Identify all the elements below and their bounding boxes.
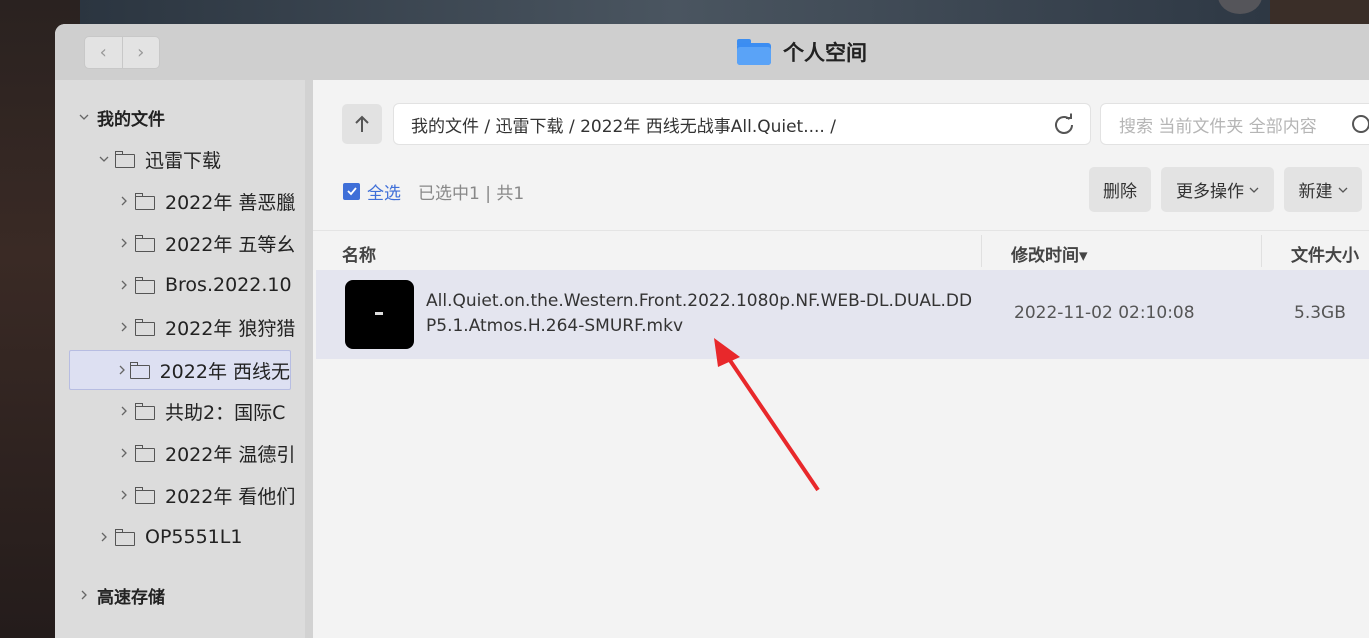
- chevron-right-icon[interactable]: [115, 280, 133, 290]
- folder-icon: [135, 486, 155, 504]
- chevron-down-icon: [1249, 187, 1259, 193]
- title-bar: ‹ › 个人空间: [55, 24, 1369, 80]
- sidebar-resize-handle[interactable]: [305, 80, 313, 638]
- chevron-right-icon[interactable]: [75, 590, 93, 600]
- sidebar-item-label: 2022年 狼狩猎: [165, 317, 296, 340]
- search-placeholder: 搜索 当前文件夹 全部内容: [1119, 116, 1317, 137]
- check-icon: [346, 187, 357, 196]
- main-panel: 我的文件 / 迅雷下载 / 2022年 西线无战事All.Quiet.... /…: [313, 80, 1369, 638]
- sidebar-item-label: 迅雷下载: [145, 149, 222, 172]
- nav-buttons: ‹ ›: [84, 36, 160, 69]
- search-input[interactable]: 搜索 当前文件夹 全部内容: [1100, 103, 1369, 145]
- chevron-right-icon[interactable]: [115, 490, 133, 500]
- sort-desc-icon: ▾: [1079, 246, 1088, 266]
- more-actions-button[interactable]: 更多操作: [1161, 167, 1274, 212]
- window-title: 个人空间: [737, 38, 867, 66]
- delete-button[interactable]: 删除: [1089, 167, 1151, 212]
- select-all-label[interactable]: 全选: [367, 179, 401, 204]
- chevron-right-icon[interactable]: [116, 365, 128, 375]
- background-top: [80, 0, 1270, 24]
- column-modified-label: 修改时间: [1011, 246, 1079, 266]
- sidebar-item-label: 2022年 温德引: [165, 443, 296, 466]
- chevron-right-icon[interactable]: [115, 322, 133, 332]
- folder-icon: [115, 150, 135, 168]
- sidebar-item-subfolder[interactable]: 2022年 五等幺: [115, 225, 305, 261]
- sidebar-item-subfolder[interactable]: Bros.2022.10: [115, 267, 305, 303]
- column-size[interactable]: 文件大小: [1291, 241, 1359, 266]
- selection-count: 已选中1 | 共1: [418, 183, 525, 204]
- folder-icon: [135, 192, 155, 210]
- sidebar-item-label: 2022年 看他们: [165, 485, 296, 508]
- search-icon[interactable]: [1351, 114, 1369, 136]
- folder-icon: [737, 39, 771, 65]
- parent-folder-button[interactable]: [342, 104, 382, 144]
- sidebar-item-op5551l1[interactable]: OP5551L1: [95, 519, 305, 555]
- more-actions-label: 更多操作: [1176, 182, 1244, 202]
- sidebar-item-subfolder[interactable]: 2022年 善恶臘: [115, 183, 305, 219]
- window-title-text: 个人空间: [783, 41, 867, 65]
- column-name[interactable]: 名称: [342, 241, 376, 266]
- arrow-up-icon: [355, 115, 369, 132]
- chevron-down-icon: [1338, 187, 1347, 193]
- new-button[interactable]: 新建: [1284, 167, 1362, 212]
- file-modified: 2022-11-02 02:10:08: [1014, 303, 1195, 323]
- folder-icon: [135, 444, 155, 462]
- path-bar[interactable]: 我的文件 / 迅雷下载 / 2022年 西线无战事All.Quiet.... /: [393, 103, 1091, 145]
- folder-icon: [135, 276, 155, 294]
- path-text: 我的文件 / 迅雷下载 / 2022年 西线无战事All.Quiet.... /: [411, 116, 836, 137]
- folder-icon: [129, 361, 150, 379]
- refresh-icon[interactable]: [1052, 113, 1076, 137]
- table-row[interactable]: All.Quiet.on.the.Western.Front.2022.1080…: [316, 270, 1369, 359]
- sidebar-item-label: 高速存储: [97, 587, 165, 608]
- video-thumbnail: [345, 280, 414, 349]
- sidebar-item-subfolder[interactable]: 2022年 西线无: [69, 350, 291, 390]
- chevron-right-icon[interactable]: [115, 196, 133, 206]
- folder-icon: [115, 528, 135, 546]
- delete-label: 删除: [1103, 182, 1137, 202]
- sidebar-item-subfolder[interactable]: 2022年 狼狩猎: [115, 309, 305, 345]
- column-modified[interactable]: 修改时间▾: [1011, 241, 1088, 266]
- file-manager-window: ‹ › 个人空间 我的文件 迅雷下载 2022年 善恶臘 2022年 五等幺 Bro…: [55, 24, 1369, 638]
- background-top-right: [1270, 0, 1369, 24]
- folder-icon: [135, 234, 155, 252]
- chevron-right-icon[interactable]: [115, 448, 133, 458]
- sidebar-item-high-speed-storage[interactable]: 高速存储: [75, 577, 165, 613]
- sidebar-item-label: 2022年 善恶臘: [165, 191, 296, 214]
- folder-icon: [135, 402, 155, 420]
- sidebar-item-label: OP5551L1: [145, 526, 243, 548]
- chevron-right-icon[interactable]: [115, 406, 133, 416]
- file-size: 5.3GB: [1294, 303, 1346, 323]
- forward-button[interactable]: ›: [121, 37, 160, 68]
- chevron-right-icon[interactable]: [95, 532, 113, 542]
- chevron-right-icon[interactable]: [115, 238, 133, 248]
- chevron-down-icon[interactable]: [75, 112, 93, 122]
- new-label: 新建: [1298, 182, 1333, 202]
- chevron-left-icon: ‹: [99, 42, 107, 63]
- chevron-down-icon[interactable]: [95, 154, 113, 164]
- sidebar: 我的文件 迅雷下载 2022年 善恶臘 2022年 五等幺 Bros.2022.10…: [55, 80, 305, 638]
- sidebar-item-label: 我的文件: [97, 109, 165, 130]
- sidebar-item-xunlei-download[interactable]: 迅雷下载: [95, 141, 221, 177]
- sidebar-item-label: 2022年 西线无: [159, 360, 290, 383]
- selection-bar: 全选 已选中1 | 共1: [343, 179, 525, 204]
- sidebar-item-subfolder[interactable]: 2022年 看他们: [115, 477, 305, 513]
- table-header: 名称 修改时间▾ 文件大小: [313, 230, 1369, 270]
- sidebar-item-subfolder[interactable]: 2022年 温德引: [115, 435, 305, 471]
- sidebar-item-label: 2022年 五等幺: [165, 233, 296, 256]
- back-button[interactable]: ‹: [85, 37, 122, 68]
- folder-icon: [135, 318, 155, 336]
- chevron-right-icon: ›: [137, 42, 145, 63]
- file-name: All.Quiet.on.the.Western.Front.2022.1080…: [426, 291, 973, 336]
- sidebar-item-label: 共助2：国际C: [165, 401, 286, 424]
- sidebar-item-subfolder[interactable]: 共助2：国际C: [115, 393, 305, 429]
- select-all-checkbox[interactable]: [343, 182, 360, 200]
- sidebar-item-my-files[interactable]: 我的文件: [75, 99, 165, 135]
- sidebar-item-label: Bros.2022.10: [165, 274, 292, 296]
